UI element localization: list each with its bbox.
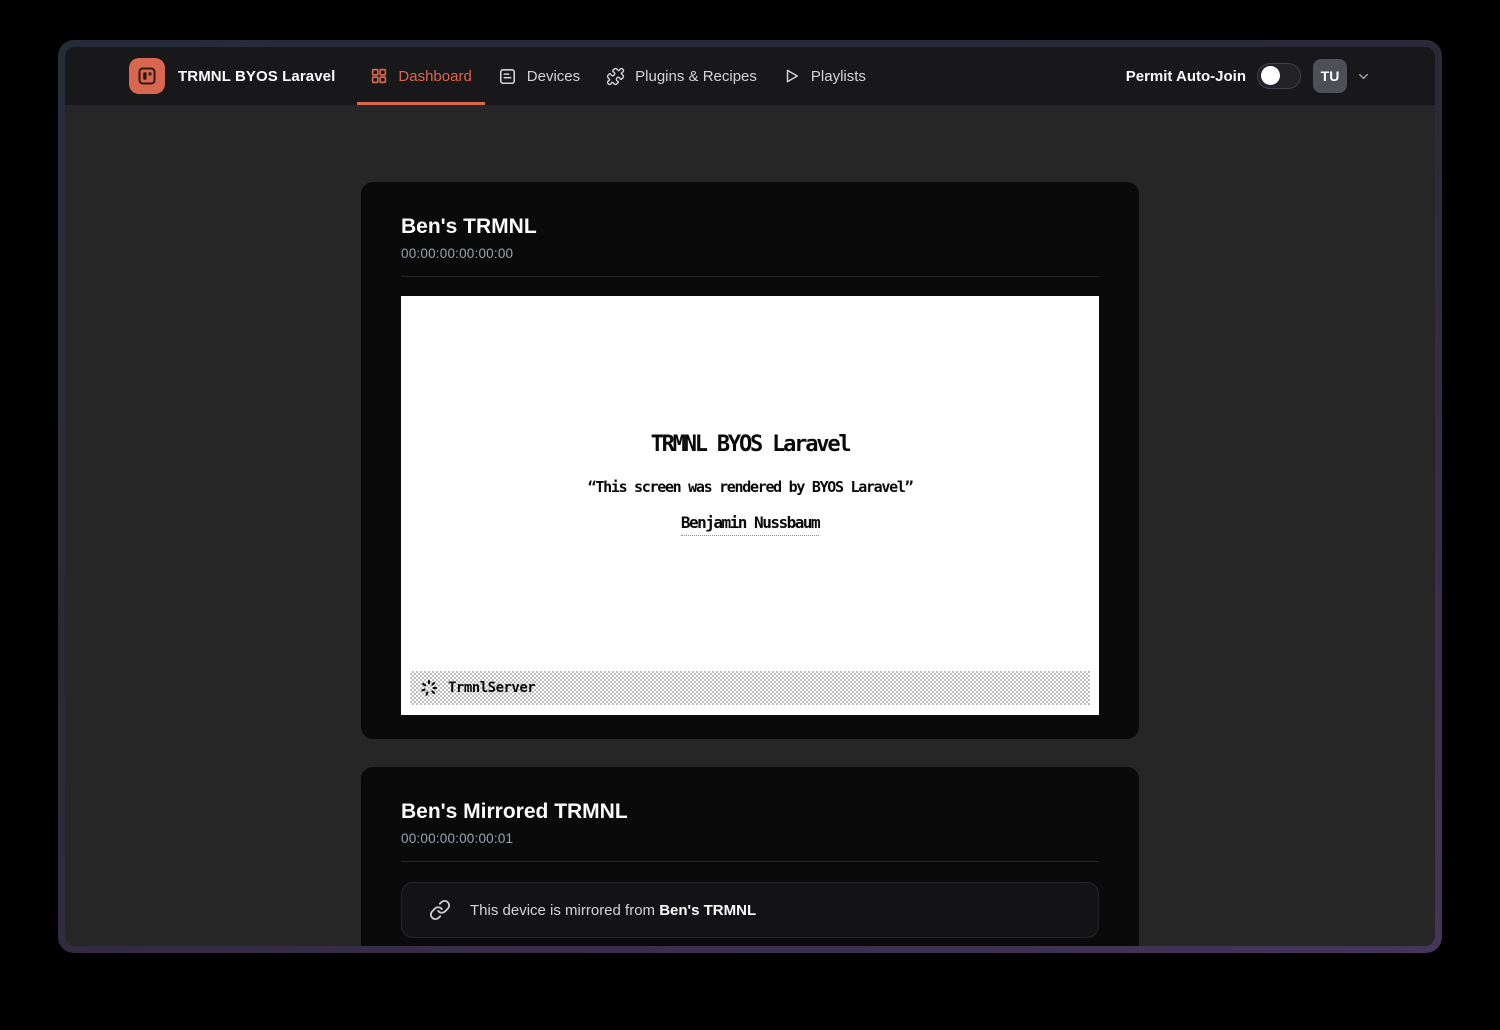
active-tab-underline [357, 102, 484, 105]
user-avatar[interactable]: TU [1313, 59, 1347, 93]
nav-item-playlists[interactable]: Playlists [770, 47, 879, 105]
permit-auto-join-toggle[interactable] [1257, 63, 1301, 89]
app-title: TRMNL BYOS Laravel [178, 68, 335, 85]
spinner-icon [419, 678, 439, 698]
chevron-down-icon [1356, 69, 1371, 84]
puzzle-icon [606, 67, 625, 86]
device-name: Ben's Mirrored TRMNL [401, 799, 1099, 824]
screen-status-label: TrmnlServer [448, 680, 535, 696]
screen-quote: “This screen was rendered by BYOS Larave… [588, 478, 913, 496]
trmnl-logo [129, 58, 165, 94]
mirror-notice-text: This device is mirrored from Ben's TRMNL [470, 902, 756, 919]
device-card-bens-mirrored-trmnl: Ben's Mirrored TRMNL 00:00:00:00:00:01 T… [361, 767, 1139, 946]
mirror-notice-prefix: This device is mirrored from [470, 902, 659, 919]
nav-item-plugins-recipes[interactable]: Plugins & Recipes [593, 47, 770, 105]
link-icon [429, 899, 451, 921]
screen-author: Benjamin Nussbaum [681, 513, 819, 536]
device-name: Ben's TRMNL [401, 214, 1099, 239]
main-content: Ben's TRMNL 00:00:00:00:00:00 TRMNL BYOS… [65, 105, 1435, 946]
card-divider [401, 276, 1099, 277]
brand[interactable]: TRMNL BYOS Laravel [129, 58, 335, 94]
user-menu-button[interactable] [1356, 69, 1371, 84]
mirror-source-device: Ben's TRMNL [659, 902, 756, 919]
app-window-frame: TRMNL BYOS Laravel Dashboard [58, 40, 1442, 953]
device-mac-address: 00:00:00:00:00:01 [401, 831, 1099, 846]
nav-item-label: Plugins & Recipes [635, 68, 757, 85]
device-screen-preview: TRMNL BYOS Laravel “This screen was rend… [401, 296, 1099, 715]
nav-item-dashboard[interactable]: Dashboard [357, 47, 484, 105]
nav-item-label: Playlists [811, 68, 866, 85]
nav-item-devices[interactable]: Devices [485, 47, 593, 105]
permit-auto-join-label: Permit Auto-Join [1126, 68, 1246, 85]
screen-title-bar: TrmnlServer [410, 671, 1090, 705]
navbar-right: Permit Auto-Join TU [1126, 59, 1371, 93]
nav-item-label: Dashboard [398, 68, 471, 85]
screen-content: TRMNL BYOS Laravel “This screen was rend… [401, 296, 1099, 671]
device-card-bens-trmnl: Ben's TRMNL 00:00:00:00:00:00 TRMNL BYOS… [361, 182, 1139, 739]
nav-item-label: Devices [527, 68, 580, 85]
play-icon [783, 67, 801, 85]
screen-list-icon [498, 67, 517, 86]
device-mac-address: 00:00:00:00:00:00 [401, 246, 1099, 261]
screen-title: TRMNL BYOS Laravel [651, 432, 850, 457]
main-nav: Dashboard Devices Plugins & Recipes [357, 47, 879, 105]
content-column: Ben's TRMNL 00:00:00:00:00:00 TRMNL BYOS… [361, 105, 1139, 946]
toggle-knob [1261, 66, 1280, 85]
card-divider [401, 861, 1099, 862]
trmnl-device-icon [135, 64, 159, 88]
app-window: TRMNL BYOS Laravel Dashboard [65, 47, 1435, 946]
mirror-notice: This device is mirrored from Ben's TRMNL [401, 882, 1099, 938]
top-navbar: TRMNL BYOS Laravel Dashboard [65, 47, 1435, 105]
grid-icon [370, 67, 388, 85]
